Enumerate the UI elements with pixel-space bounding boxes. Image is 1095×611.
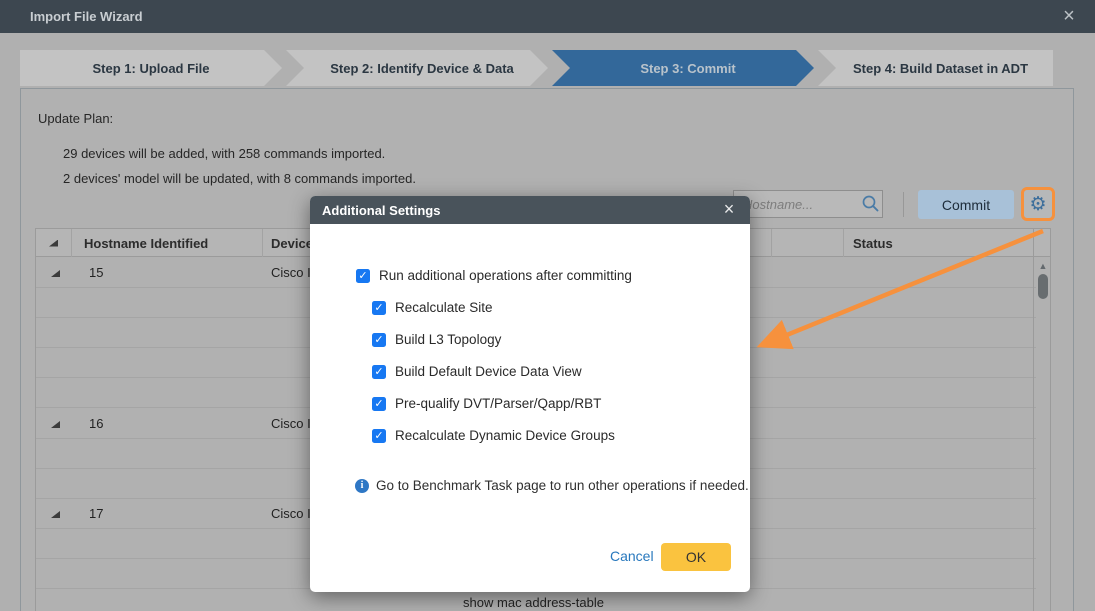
benchmark-info-text: Go to Benchmark Task page to run other o… xyxy=(376,478,749,493)
ok-button[interactable]: OK xyxy=(661,543,731,571)
checkbox-row-build-l3-topology: ✓ Build L3 Topology xyxy=(372,332,501,347)
scrollbar-thumb[interactable] xyxy=(1038,274,1048,299)
settings-gear-highlight: ⚙ xyxy=(1021,187,1055,221)
step-1-upload-file[interactable]: Step 1: Upload File xyxy=(20,50,282,86)
build-default-device-data-view-checkbox[interactable]: ✓ xyxy=(372,365,386,379)
table-row[interactable]: show mac address-table xyxy=(36,589,1036,611)
recalculate-dynamic-device-groups-label: Recalculate Dynamic Device Groups xyxy=(395,428,615,443)
expand-triangle-icon[interactable] xyxy=(51,270,60,277)
header-status-label: Status xyxy=(853,236,893,251)
dialog-close-icon[interactable]: × xyxy=(718,199,740,221)
update-plan-line-updated: 2 devices' model will be updated, with 8… xyxy=(63,171,416,186)
table-scrollbar[interactable]: ▲ xyxy=(1034,258,1051,611)
build-l3-topology-label: Build L3 Topology xyxy=(395,332,501,347)
run-additional-operations-label: Run additional operations after committi… xyxy=(379,268,632,283)
toolbar-divider xyxy=(903,192,904,217)
checkbox-row-recalculate-dynamic-device-groups: ✓ Recalculate Dynamic Device Groups xyxy=(372,428,615,443)
run-additional-operations-checkbox[interactable]: ✓ xyxy=(356,269,370,283)
row-hostname: 15 xyxy=(89,265,103,280)
window-title: Import File Wizard xyxy=(30,9,143,24)
expand-triangle-icon[interactable] xyxy=(51,511,60,518)
recalculate-site-label: Recalculate Site xyxy=(395,300,493,315)
additional-settings-dialog: Additional Settings × ✓ Run additional o… xyxy=(310,196,750,592)
step-3-label: Step 3: Commit xyxy=(640,61,735,76)
recalculate-dynamic-device-groups-checkbox[interactable]: ✓ xyxy=(372,429,386,443)
header-hostname-identified[interactable]: Hostname Identified xyxy=(72,229,263,257)
collapse-triangle-icon xyxy=(49,240,58,247)
header-collapse-all[interactable] xyxy=(36,229,72,257)
step-3-commit[interactable]: Step 3: Commit xyxy=(552,50,814,86)
hostname-search-input[interactable] xyxy=(734,197,860,212)
window-titlebar: Import File Wizard × xyxy=(0,0,1095,33)
build-default-device-data-view-label: Build Default Device Data View xyxy=(395,364,582,379)
checkbox-row-recalculate-site: ✓ Recalculate Site xyxy=(372,300,493,315)
update-plan-title: Update Plan: xyxy=(38,111,113,126)
recalculate-site-checkbox[interactable]: ✓ xyxy=(372,301,386,315)
commit-button[interactable]: Commit xyxy=(918,190,1014,219)
benchmark-info-row: i Go to Benchmark Task page to run other… xyxy=(355,478,749,493)
step-2-label: Step 2: Identify Device & Data xyxy=(330,61,514,76)
checkbox-row-build-default-device-data-view: ✓ Build Default Device Data View xyxy=(372,364,582,379)
header-hidden-column[interactable] xyxy=(772,229,844,257)
hostname-search-box xyxy=(733,190,883,218)
dialog-header: Additional Settings × xyxy=(310,196,750,224)
pre-qualify-label: Pre-qualify DVT/Parser/Qapp/RBT xyxy=(395,396,601,411)
checkbox-row-run-additional-operations: ✓ Run additional operations after commit… xyxy=(356,268,632,283)
header-hostname-label: Hostname Identified xyxy=(84,236,208,251)
row-command: show mac address-table xyxy=(295,595,772,610)
row-hostname: 17 xyxy=(89,506,103,521)
window-close-icon[interactable]: × xyxy=(1057,5,1081,29)
header-status[interactable]: Status xyxy=(844,229,1033,257)
build-l3-topology-checkbox[interactable]: ✓ xyxy=(372,333,386,347)
step-1-label: Step 1: Upload File xyxy=(92,61,209,76)
expand-triangle-icon[interactable] xyxy=(51,421,60,428)
scroll-up-icon[interactable]: ▲ xyxy=(1034,261,1051,271)
import-file-wizard-window: Import File Wizard × Step 1: Upload File… xyxy=(0,0,1095,611)
dialog-title: Additional Settings xyxy=(322,203,440,218)
info-icon: i xyxy=(355,479,369,493)
row-hostname: 16 xyxy=(89,416,103,431)
step-4-build-dataset[interactable]: Step 4: Build Dataset in ADT xyxy=(818,50,1053,86)
header-device-label: Device xyxy=(271,236,313,251)
checkbox-row-pre-qualify: ✓ Pre-qualify DVT/Parser/Qapp/RBT xyxy=(372,396,601,411)
step-4-label: Step 4: Build Dataset in ADT xyxy=(853,61,1028,76)
gear-icon[interactable]: ⚙ xyxy=(1029,195,1046,214)
update-plan-line-added: 29 devices will be added, with 258 comma… xyxy=(63,146,385,161)
step-2-identify-device-data[interactable]: Step 2: Identify Device & Data xyxy=(286,50,548,86)
pre-qualify-checkbox[interactable]: ✓ xyxy=(372,397,386,411)
search-icon[interactable] xyxy=(860,193,882,215)
cancel-button[interactable]: Cancel xyxy=(610,548,654,564)
